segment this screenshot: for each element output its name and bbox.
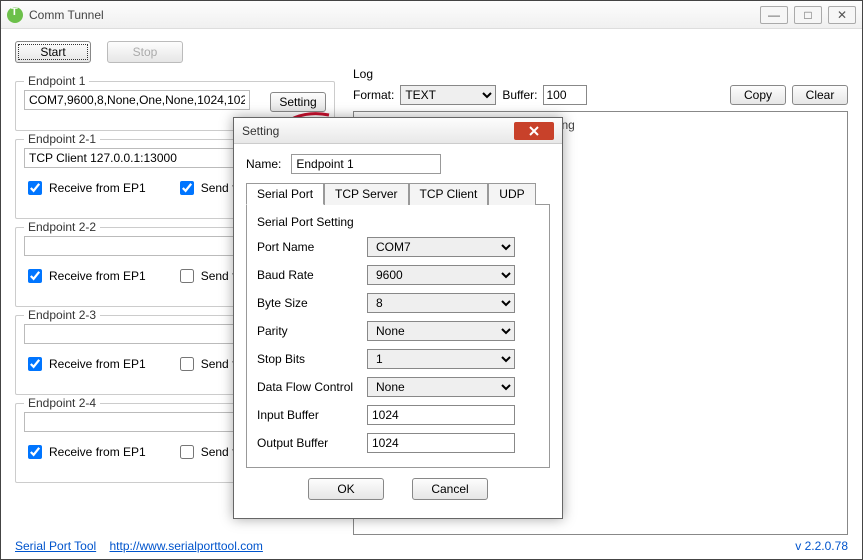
outbuf-input[interactable] (367, 433, 515, 453)
endpoint-legend: Endpoint 1 (24, 74, 89, 88)
app-icon (7, 7, 23, 23)
start-button[interactable]: Start (15, 41, 91, 63)
outbuf-label: Output Buffer (257, 436, 367, 450)
dialog-titlebar: Setting (234, 118, 562, 144)
tab-strip: Serial PortTCP ServerTCP ClientUDP (246, 182, 550, 204)
footer: Serial Port Tool http://www.serialportto… (15, 539, 848, 553)
receive-checkbox[interactable]: Receive from EP1 (24, 178, 146, 198)
brand-link[interactable]: Serial Port Tool (15, 539, 96, 553)
parity-label: Parity (257, 324, 367, 338)
log-options: Format: TEXT Buffer: Copy Clear (353, 85, 848, 105)
section-title: Serial Port Setting (257, 215, 539, 229)
byte-size-select[interactable]: 8 (367, 293, 515, 313)
receive-checkbox[interactable]: Receive from EP1 (24, 354, 146, 374)
name-label: Name: (246, 157, 281, 171)
baud-rate-label: Baud Rate (257, 268, 367, 282)
name-input[interactable] (291, 154, 441, 174)
titlebar: Comm Tunnel — □ ✕ (1, 1, 862, 29)
flow-label: Data Flow Control (257, 380, 367, 394)
dialog-close-button[interactable] (514, 122, 554, 140)
buffer-label: Buffer: (502, 88, 537, 102)
dialog-title: Setting (242, 124, 514, 138)
endpoint-value-input[interactable] (24, 90, 250, 110)
minimize-button[interactable]: — (760, 6, 788, 24)
buffer-input[interactable] (543, 85, 587, 105)
endpoint-legend: Endpoint 2-4 (24, 396, 100, 410)
inbuf-input[interactable] (367, 405, 515, 425)
format-select[interactable]: TEXT (400, 85, 496, 105)
ok-button[interactable]: OK (308, 478, 384, 500)
stop-bits-select[interactable]: 1 (367, 349, 515, 369)
name-row: Name: (246, 154, 550, 174)
stop-bits-label: Stop Bits (257, 352, 367, 366)
maximize-button[interactable]: □ (794, 6, 822, 24)
tab-udp[interactable]: UDP (488, 183, 535, 205)
format-label: Format: (353, 88, 394, 102)
byte-size-label: Byte Size (257, 296, 367, 310)
endpoint-legend: Endpoint 2-1 (24, 132, 100, 146)
close-button[interactable]: ✕ (828, 6, 856, 24)
window-controls: — □ ✕ (760, 6, 856, 24)
copy-button[interactable]: Copy (730, 85, 786, 105)
receive-checkbox[interactable]: Receive from EP1 (24, 266, 146, 286)
port-name-label: Port Name (257, 240, 367, 254)
close-icon (528, 126, 540, 136)
parity-select[interactable]: None (367, 321, 515, 341)
clear-button[interactable]: Clear (792, 85, 848, 105)
endpoint-legend: Endpoint 2-2 (24, 220, 100, 234)
url-link[interactable]: http://www.serialporttool.com (110, 539, 263, 553)
baud-rate-select[interactable]: 9600 (367, 265, 515, 285)
version-label: v 2.2.0.78 (795, 539, 848, 553)
tab-panel-serial: Serial Port Setting Port NameCOM7 Baud R… (246, 204, 550, 468)
dialog-body: Name: Serial PortTCP ServerTCP ClientUDP… (234, 144, 562, 518)
port-name-select[interactable]: COM7 (367, 237, 515, 257)
cancel-button[interactable]: Cancel (412, 478, 488, 500)
tab-serial-port[interactable]: Serial Port (246, 183, 324, 205)
inbuf-label: Input Buffer (257, 408, 367, 422)
stop-button: Stop (107, 41, 183, 63)
log-label: Log (353, 67, 848, 81)
tab-tcp-client[interactable]: TCP Client (409, 183, 489, 205)
window-title: Comm Tunnel (29, 8, 760, 22)
toolbar: Start Stop (15, 41, 848, 63)
dialog-buttons: OK Cancel (246, 468, 550, 510)
receive-checkbox[interactable]: Receive from EP1 (24, 442, 146, 462)
tab-tcp-server[interactable]: TCP Server (324, 183, 408, 205)
main-window: Comm Tunnel — □ ✕ Start Stop Endpoint 1 S… (0, 0, 863, 560)
setting-button[interactable]: Setting (270, 92, 326, 112)
settings-dialog: Setting Name: Serial PortTCP ServerTCP C… (233, 117, 563, 519)
endpoint-legend: Endpoint 2-3 (24, 308, 100, 322)
flow-select[interactable]: None (367, 377, 515, 397)
